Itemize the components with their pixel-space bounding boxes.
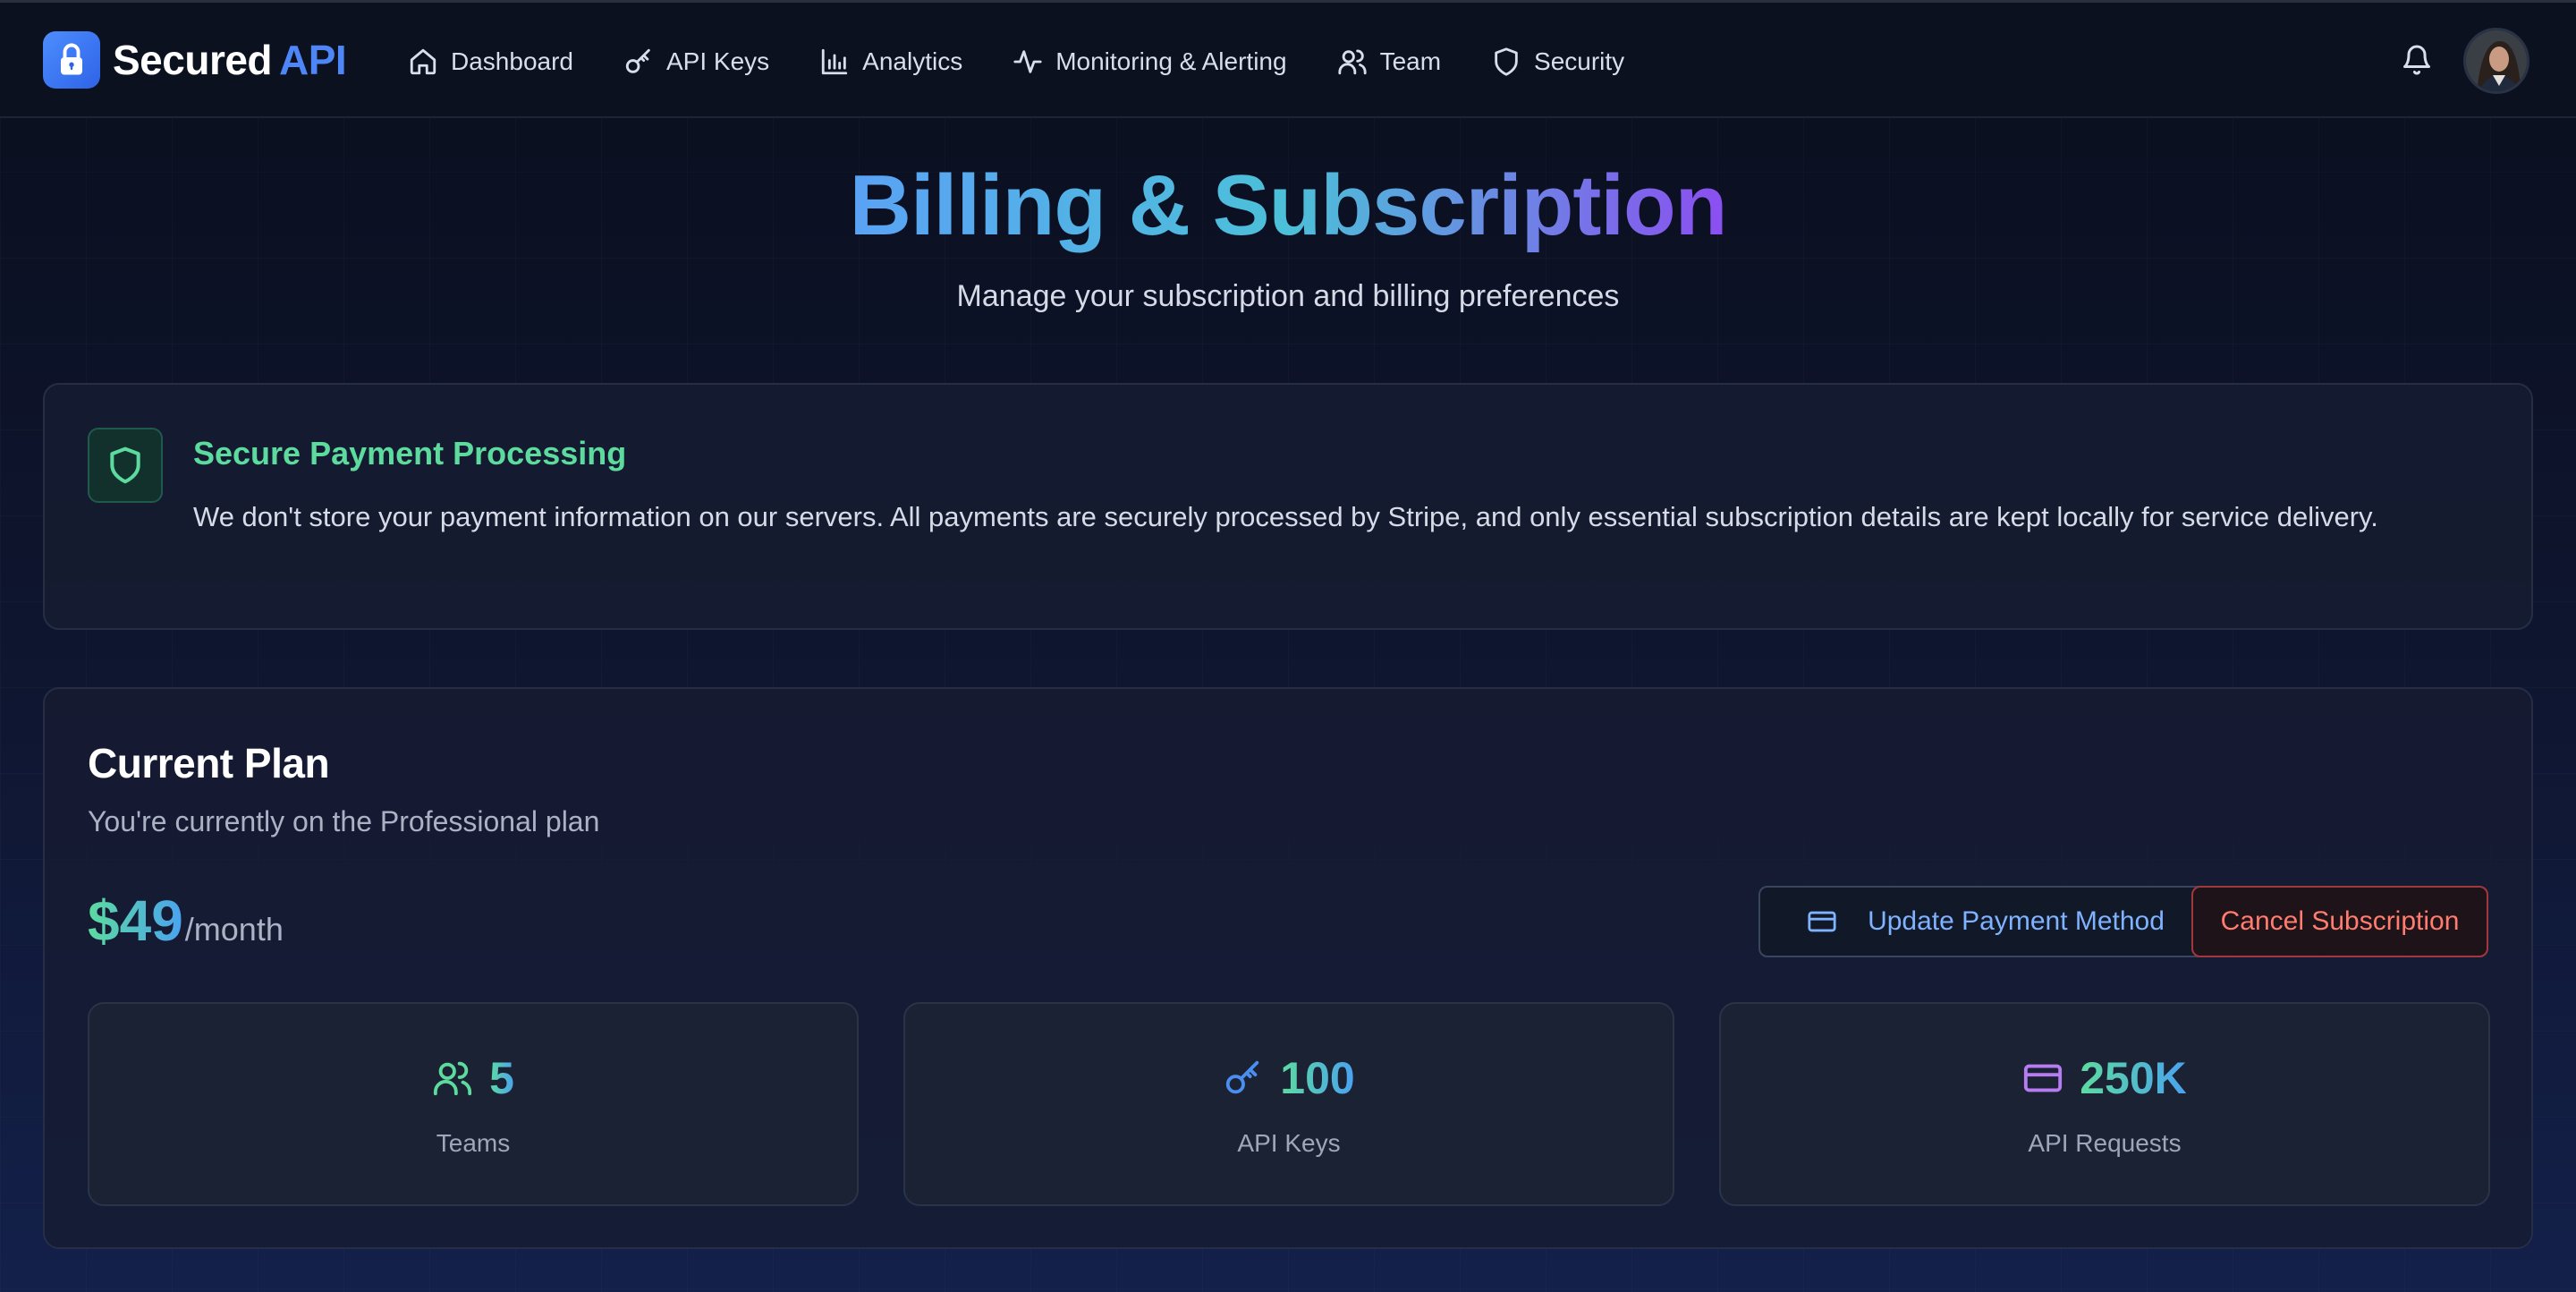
plan-title: Current Plan (88, 740, 330, 786)
nav-item-label: Analytics (862, 47, 963, 75)
page-title: Billing & Subscription (0, 152, 2576, 259)
bell-icon (2403, 45, 2430, 75)
nav-item-monitoring[interactable]: Monitoring & Alerting (1013, 38, 1287, 85)
brand-name: Secured API (113, 36, 347, 84)
user-photo (2466, 30, 2527, 91)
secure-banner-title: Secure Payment Processing (193, 435, 627, 472)
update-payment-method-label: Update Payment Method (1868, 906, 2165, 936)
price-unit: /month (184, 911, 284, 948)
page-title-text: Billing & Subscription (849, 157, 1728, 253)
key-icon (625, 48, 650, 73)
key-icon (1226, 1060, 1259, 1094)
activity-icon (1013, 50, 1042, 73)
plan-subtitle: You're currently on the Professional pla… (88, 805, 600, 837)
secure-payment-banner: Secure Payment Processing We don't store… (43, 383, 2533, 630)
stat-value: 5 (489, 1053, 514, 1103)
brand[interactable]: Secured API (43, 31, 347, 89)
notifications-button[interactable] (2401, 44, 2433, 76)
current-plan-card: Current Plan You're currently on the Pro… (43, 687, 2533, 1249)
update-payment-method-button[interactable]: Update Payment Method (1758, 886, 2213, 957)
stat-label: Teams (436, 1129, 511, 1157)
brand-name-accent: API (279, 37, 347, 83)
nav-item-api-keys[interactable]: API Keys (623, 38, 769, 85)
price-amount: $49 (88, 888, 183, 953)
stat-value: 250K (2080, 1053, 2187, 1103)
stat-label: API Keys (1237, 1129, 1341, 1157)
plan-price: $49 /month (88, 888, 284, 954)
credit-card-icon (1808, 911, 1836, 932)
stat-value: 100 (1280, 1053, 1355, 1103)
users-icon (434, 1061, 472, 1096)
nav-menu: Dashboard API Keys Analytics Monitoring … (408, 38, 1674, 85)
nav-item-label: Team (1379, 47, 1442, 75)
nav-item-dashboard[interactable]: Dashboard (408, 38, 573, 85)
cancel-subscription-button[interactable]: Cancel Subscription (2191, 886, 2488, 957)
nav-item-label: Security (1534, 47, 1625, 75)
nav-item-label: Dashboard (451, 47, 573, 75)
secure-banner-text: We don't store your payment information … (193, 501, 2378, 532)
brand-name-text: Secured (113, 37, 273, 83)
shield-icon (1495, 47, 1518, 76)
nav-item-label: API Keys (665, 47, 770, 75)
shield-icon (88, 428, 163, 503)
top-navbar: Secured API Dashboard API Keys Analytics … (0, 0, 2576, 118)
nav-item-security[interactable]: Security (1491, 38, 1624, 85)
bar-chart-icon (821, 48, 848, 75)
lock-icon (43, 31, 100, 89)
stat-card-api-keys: 100 API Keys (903, 1002, 1674, 1206)
avatar[interactable] (2463, 28, 2529, 94)
stat-label: API Requests (2028, 1129, 2182, 1157)
users-icon (1337, 49, 1367, 75)
page-subtitle: Manage your subscription and billing pre… (956, 279, 1620, 313)
nav-item-analytics[interactable]: Analytics (819, 38, 962, 85)
stat-card-api-requests: 250K API Requests (1719, 1002, 2490, 1206)
nav-item-label: Monitoring & Alerting (1055, 47, 1287, 75)
cancel-subscription-label: Cancel Subscription (2220, 906, 2460, 936)
nav-item-team[interactable]: Team (1337, 38, 1441, 85)
credit-card-icon (2024, 1064, 2063, 1092)
stat-card-teams: 5 Teams (88, 1002, 859, 1206)
home-icon (410, 48, 436, 75)
